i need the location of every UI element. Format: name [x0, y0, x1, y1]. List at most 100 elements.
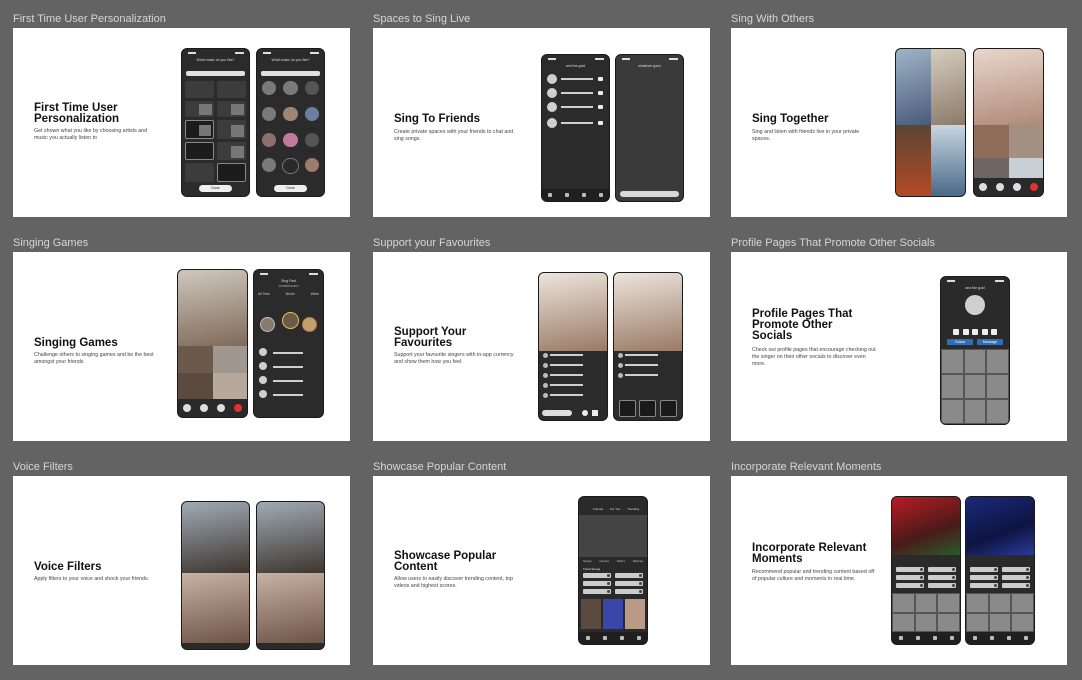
youtube-icon[interactable] — [991, 329, 997, 335]
camera-icon[interactable] — [995, 183, 1004, 191]
card-description: Recommend popular and trending content b… — [752, 569, 875, 582]
frame-relevant-moments[interactable]: Incorporate Relevant Moments Incorporate… — [731, 461, 1067, 665]
member-row[interactable] — [547, 88, 603, 100]
frame-label: Incorporate Relevant Moments — [731, 461, 882, 473]
artist-avatar[interactable] — [260, 158, 278, 182]
leaderboard-row[interactable] — [259, 362, 317, 374]
frame-showcase-popular[interactable]: Showcase Popular Content Showcase Popula… — [373, 461, 710, 665]
frame-spaces-sing-live[interactable]: Spaces to Sing Live Sing To Friends Crea… — [373, 13, 710, 217]
done-button[interactable]: Done — [198, 185, 233, 192]
artist-avatar[interactable] — [260, 106, 278, 129]
video-thumb[interactable] — [625, 599, 645, 629]
frame-first-time-user[interactable]: First Time User Personalization First Ti… — [13, 13, 350, 217]
frame-voice-filters[interactable]: Voice Filters Voice Filters Apply filter… — [13, 461, 350, 665]
song-row[interactable] — [896, 575, 924, 580]
video-tile — [1008, 157, 1043, 179]
instagram-icon[interactable] — [953, 329, 959, 335]
song-row[interactable] — [970, 567, 998, 572]
song-row[interactable] — [970, 583, 998, 588]
artist-avatar[interactable] — [281, 81, 299, 103]
tab-songs[interactable]: Songs — [583, 559, 592, 563]
end-call-icon[interactable] — [1030, 183, 1039, 191]
tab-for-you[interactable]: For You — [610, 507, 620, 511]
leaderboard-row[interactable] — [259, 390, 317, 402]
tab-week[interactable]: Week — [311, 292, 319, 298]
genre-tile[interactable] — [217, 163, 246, 182]
gift-icon[interactable] — [660, 400, 678, 417]
genre-tile[interactable] — [185, 141, 214, 161]
follow-button[interactable]: Follow — [947, 339, 973, 345]
tab-all-time[interactable]: All Time — [258, 292, 270, 298]
leaderboard-row[interactable] — [259, 376, 317, 388]
artist-avatar[interactable] — [260, 132, 278, 155]
song-row[interactable] — [970, 575, 998, 580]
artist-avatar[interactable] — [281, 106, 299, 129]
song-row[interactable] — [1002, 567, 1030, 572]
gift-icon[interactable] — [618, 400, 636, 417]
tab-dances[interactable]: Dances — [633, 559, 643, 563]
genre-tile[interactable] — [185, 163, 214, 182]
genre-tile[interactable] — [185, 120, 214, 139]
music-icon[interactable] — [217, 404, 226, 412]
song-row[interactable] — [583, 573, 611, 578]
genre-tile[interactable] — [217, 100, 246, 118]
artist-avatar[interactable] — [303, 106, 321, 129]
artist-avatar[interactable] — [281, 158, 299, 182]
frame-sing-with-others[interactable]: Sing With Others Sing Together Sing and … — [731, 13, 1067, 217]
search-input[interactable] — [186, 71, 245, 76]
leaderboard-row[interactable] — [259, 348, 317, 360]
comment — [543, 363, 603, 368]
member-row[interactable] — [547, 118, 603, 130]
artist-avatar[interactable] — [260, 81, 278, 103]
song-row[interactable] — [1002, 575, 1030, 580]
tab-filters[interactable]: Filters — [617, 559, 625, 563]
heart-icon[interactable] — [582, 410, 588, 416]
message-button[interactable]: Message — [977, 339, 1003, 345]
tiktok-icon[interactable] — [962, 329, 969, 335]
song-row[interactable] — [928, 583, 956, 588]
video-thumb[interactable] — [581, 599, 601, 629]
genre-tile[interactable] — [185, 100, 214, 118]
song-row[interactable] — [583, 581, 611, 586]
music-icon[interactable] — [1013, 183, 1022, 191]
artist-avatar[interactable] — [303, 81, 321, 103]
video-thumb[interactable] — [603, 599, 623, 629]
star-icon[interactable] — [592, 410, 598, 416]
chat-input[interactable] — [620, 191, 679, 197]
member-row[interactable] — [547, 74, 603, 86]
search-input[interactable] — [261, 71, 320, 76]
tab-month[interactable]: Month — [286, 292, 295, 298]
camera-icon[interactable] — [199, 404, 208, 412]
song-row[interactable] — [1002, 583, 1030, 588]
gift-icon[interactable] — [639, 400, 657, 417]
comment-input[interactable] — [542, 410, 572, 416]
genre-tile[interactable] — [217, 141, 246, 161]
song-row[interactable] — [896, 567, 924, 572]
song-row[interactable] — [896, 583, 924, 588]
artist-avatar[interactable] — [303, 158, 321, 182]
genre-tile[interactable] — [217, 120, 246, 139]
song-row[interactable] — [928, 567, 956, 572]
mic-icon[interactable] — [978, 183, 987, 191]
done-button[interactable]: Done — [273, 185, 308, 192]
frame-support-favourites[interactable]: Support your Favourites Support Your Fav… — [373, 237, 710, 441]
song-row[interactable] — [928, 575, 956, 580]
tab-covers[interactable]: Covers — [599, 559, 609, 563]
member-row[interactable] — [547, 102, 603, 114]
tab-friends[interactable]: Friends — [593, 507, 603, 511]
genre-tile[interactable] — [185, 81, 214, 98]
spotify-icon[interactable] — [981, 329, 988, 335]
genre-tile[interactable] — [217, 81, 246, 98]
artist-avatar[interactable] — [281, 132, 299, 155]
mic-icon[interactable] — [182, 404, 191, 412]
frame-singing-games[interactable]: Singing Games Singing Games Challenge ot… — [13, 237, 350, 441]
song-row[interactable] — [615, 573, 643, 578]
song-row[interactable] — [615, 581, 643, 586]
song-row[interactable] — [615, 589, 643, 594]
artist-avatar[interactable] — [303, 132, 321, 155]
tab-trending[interactable]: Trending — [627, 507, 639, 511]
song-row[interactable] — [583, 589, 611, 594]
twitter-icon[interactable] — [972, 329, 978, 335]
end-call-icon[interactable] — [234, 404, 243, 412]
frame-profile-pages[interactable]: Profile Pages That Promote Other Socials… — [731, 237, 1067, 441]
